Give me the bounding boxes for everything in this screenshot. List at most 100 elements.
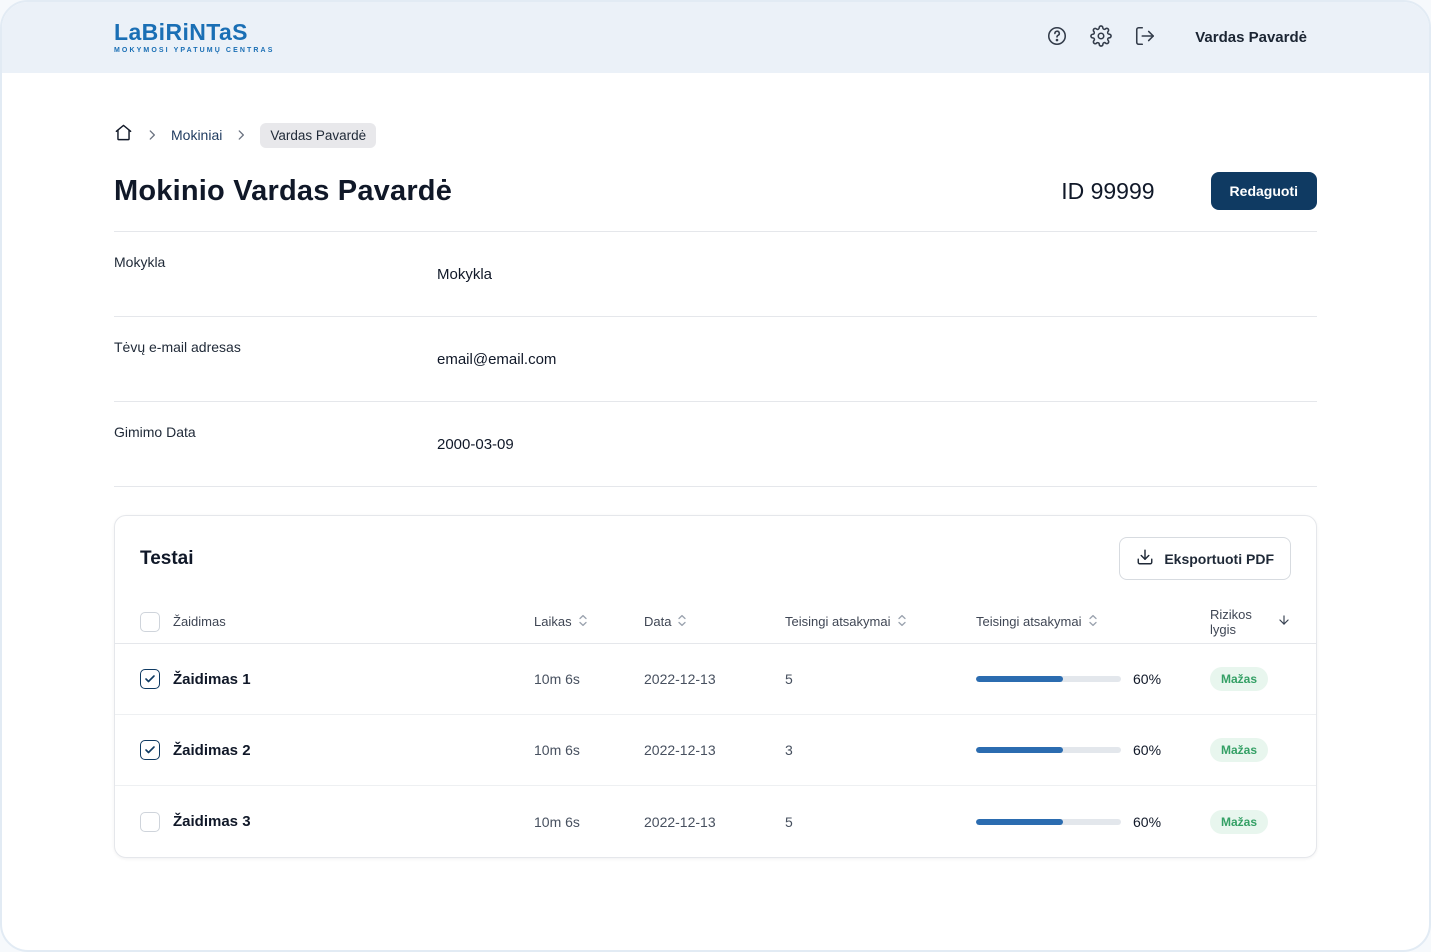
help-icon [1046, 25, 1068, 50]
column-label: Laikas [534, 614, 572, 629]
detail-row-school: Mokykla Mokykla [114, 232, 1317, 317]
breadcrumb-home[interactable] [114, 123, 133, 147]
game-name: Žaidimas 2 [173, 741, 251, 759]
progress-label: 60% [1133, 742, 1162, 758]
table-header: Žaidimas Laikas Data Teisingi atsakymai [115, 600, 1316, 644]
tests-card-header: Testai Eksportuoti PDF [115, 516, 1316, 600]
edit-button[interactable]: Redaguoti [1210, 172, 1317, 210]
breadcrumb-item-mokiniai[interactable]: Mokiniai [171, 127, 222, 143]
logout-button[interactable] [1133, 26, 1157, 50]
breadcrumb: Mokiniai Vardas Pavardė [114, 121, 1317, 149]
column-label: Teisingi atsakymai [976, 614, 1082, 629]
page-title: Mokinio Vardas Pavardė [114, 174, 453, 207]
progress-bar [976, 676, 1121, 682]
column-label: Žaidimas [173, 614, 226, 629]
row-checkbox[interactable] [140, 811, 160, 832]
row-checkbox[interactable] [140, 669, 160, 689]
table-row: Žaidimas 2 10m 6s 2022-12-13 3 60% Mažas [115, 715, 1316, 786]
main-content: Mokiniai Vardas Pavardė Mokinio Vardas P… [2, 121, 1429, 487]
detail-label: Mokykla [114, 254, 166, 270]
page: LaBiRiNTaS MOKYMOSI YPATUMŲ CENTRAS Vard… [0, 0, 1431, 952]
top-bar-actions: Vardas Pavardė [1045, 25, 1307, 50]
game-date: 2022-12-13 [644, 671, 716, 687]
sort-descending-icon [1277, 613, 1291, 630]
risk-badge: Mažas [1210, 738, 1269, 762]
detail-label: Tėvų e-mail adresas [114, 339, 241, 355]
row-checkbox[interactable] [140, 740, 160, 760]
column-label: Rizikos lygis [1210, 606, 1252, 637]
logo-subtitle: MOKYMOSI YPATUMŲ CENTRAS [114, 47, 275, 54]
download-icon [1136, 548, 1154, 569]
title-actions: ID 99999 Redaguoti [1061, 172, 1317, 210]
correct-answers-count: 5 [785, 813, 793, 830]
correct-answers-count: 5 [785, 671, 793, 687]
top-bar: LaBiRiNTaS MOKYMOSI YPATUMŲ CENTRAS Vard… [2, 2, 1429, 73]
settings-icon [1090, 25, 1113, 50]
column-header-date[interactable]: Data [644, 614, 785, 630]
detail-value: email@email.com [437, 350, 557, 368]
correct-answers-count: 3 [785, 742, 793, 758]
game-time: 10m 6s [534, 671, 580, 687]
settings-button[interactable] [1089, 25, 1113, 50]
column-header-correct-answers-pct[interactable]: Teisingi atsakymai [976, 614, 1210, 630]
progress-bar-fill [976, 818, 1063, 825]
detail-row-birth-date: Gimimo Data 2000-03-09 [114, 402, 1317, 487]
sort-icon [677, 614, 687, 630]
column-header-correct-answers[interactable]: Teisingi atsakymai [785, 614, 976, 630]
row-checkbox-cell [140, 740, 173, 760]
tests-card-title: Testai [140, 547, 194, 569]
detail-value: Mokykla [437, 265, 493, 283]
risk-badge: Mažas [1210, 667, 1269, 691]
progress-bar [976, 818, 1121, 825]
table-row: Žaidimas 1 10m 6s 2022-12-13 5 60% Mažas [115, 644, 1316, 715]
risk-cell: Mažas [1210, 667, 1291, 691]
row-checkbox-cell [140, 669, 173, 689]
column-header-game: Žaidimas [173, 614, 534, 629]
student-details: Mokykla Mokykla Tėvų e-mail adresas emai… [114, 231, 1317, 487]
logo[interactable]: LaBiRiNTaS MOKYMOSI YPATUMŲ CENTRAS [114, 19, 275, 55]
game-name: Žaidimas 1 [173, 670, 251, 688]
column-header-risk-level[interactable]: Rizikos lygis [1210, 607, 1291, 637]
title-row: Mokinio Vardas Pavardė ID 99999 Redaguot… [114, 172, 1317, 210]
logo-text: LaBiRiNTaS [114, 19, 248, 45]
progress-bar-fill [976, 676, 1063, 682]
progress-cell: 60% [976, 814, 1210, 830]
student-id: ID 99999 [1061, 177, 1155, 204]
column-header-time[interactable]: Laikas [534, 614, 644, 630]
detail-row-parent-email: Tėvų e-mail adresas email@email.com [114, 317, 1317, 402]
progress-label: 60% [1133, 813, 1162, 830]
column-label: Data [644, 614, 672, 629]
progress-bar [976, 747, 1121, 753]
game-date: 2022-12-13 [644, 742, 716, 758]
game-name: Žaidimas 3 [173, 813, 251, 830]
export-pdf-button[interactable]: Eksportuoti PDF [1119, 537, 1291, 580]
column-label: Teisingi atsakymai [785, 614, 891, 629]
select-all-cell [140, 611, 173, 632]
game-time: 10m 6s [534, 742, 580, 758]
table-row: Žaidimas 3 10m 6s 2022-12-13 5 60% Mažas [115, 786, 1316, 857]
progress-cell: 60% [976, 671, 1210, 687]
game-time: 10m 6s [534, 813, 580, 830]
sort-icon [1088, 614, 1098, 630]
detail-value: 2000-03-09 [437, 435, 514, 453]
game-date: 2022-12-13 [644, 813, 716, 830]
progress-cell: 60% [976, 742, 1210, 758]
select-all-checkbox[interactable] [140, 611, 160, 632]
row-checkbox-cell [140, 811, 173, 832]
logout-icon [1134, 25, 1156, 50]
help-button[interactable] [1045, 26, 1069, 50]
breadcrumb-item-current: Vardas Pavardė [260, 122, 377, 148]
risk-cell: Mažas [1210, 738, 1291, 762]
chevron-right-icon [145, 128, 159, 142]
home-icon [114, 123, 133, 147]
user-name[interactable]: Vardas Pavardė [1195, 29, 1307, 46]
sort-icon [897, 614, 907, 630]
chevron-right-icon [234, 128, 248, 142]
detail-label: Gimimo Data [114, 424, 196, 440]
export-pdf-label: Eksportuoti PDF [1164, 550, 1274, 567]
tests-card: Testai Eksportuoti PDF Žaidimas Laikas D… [114, 515, 1317, 858]
progress-label: 60% [1133, 671, 1162, 687]
progress-bar-fill [976, 747, 1063, 753]
sort-icon [578, 614, 588, 630]
risk-cell: Mažas [1210, 809, 1291, 834]
